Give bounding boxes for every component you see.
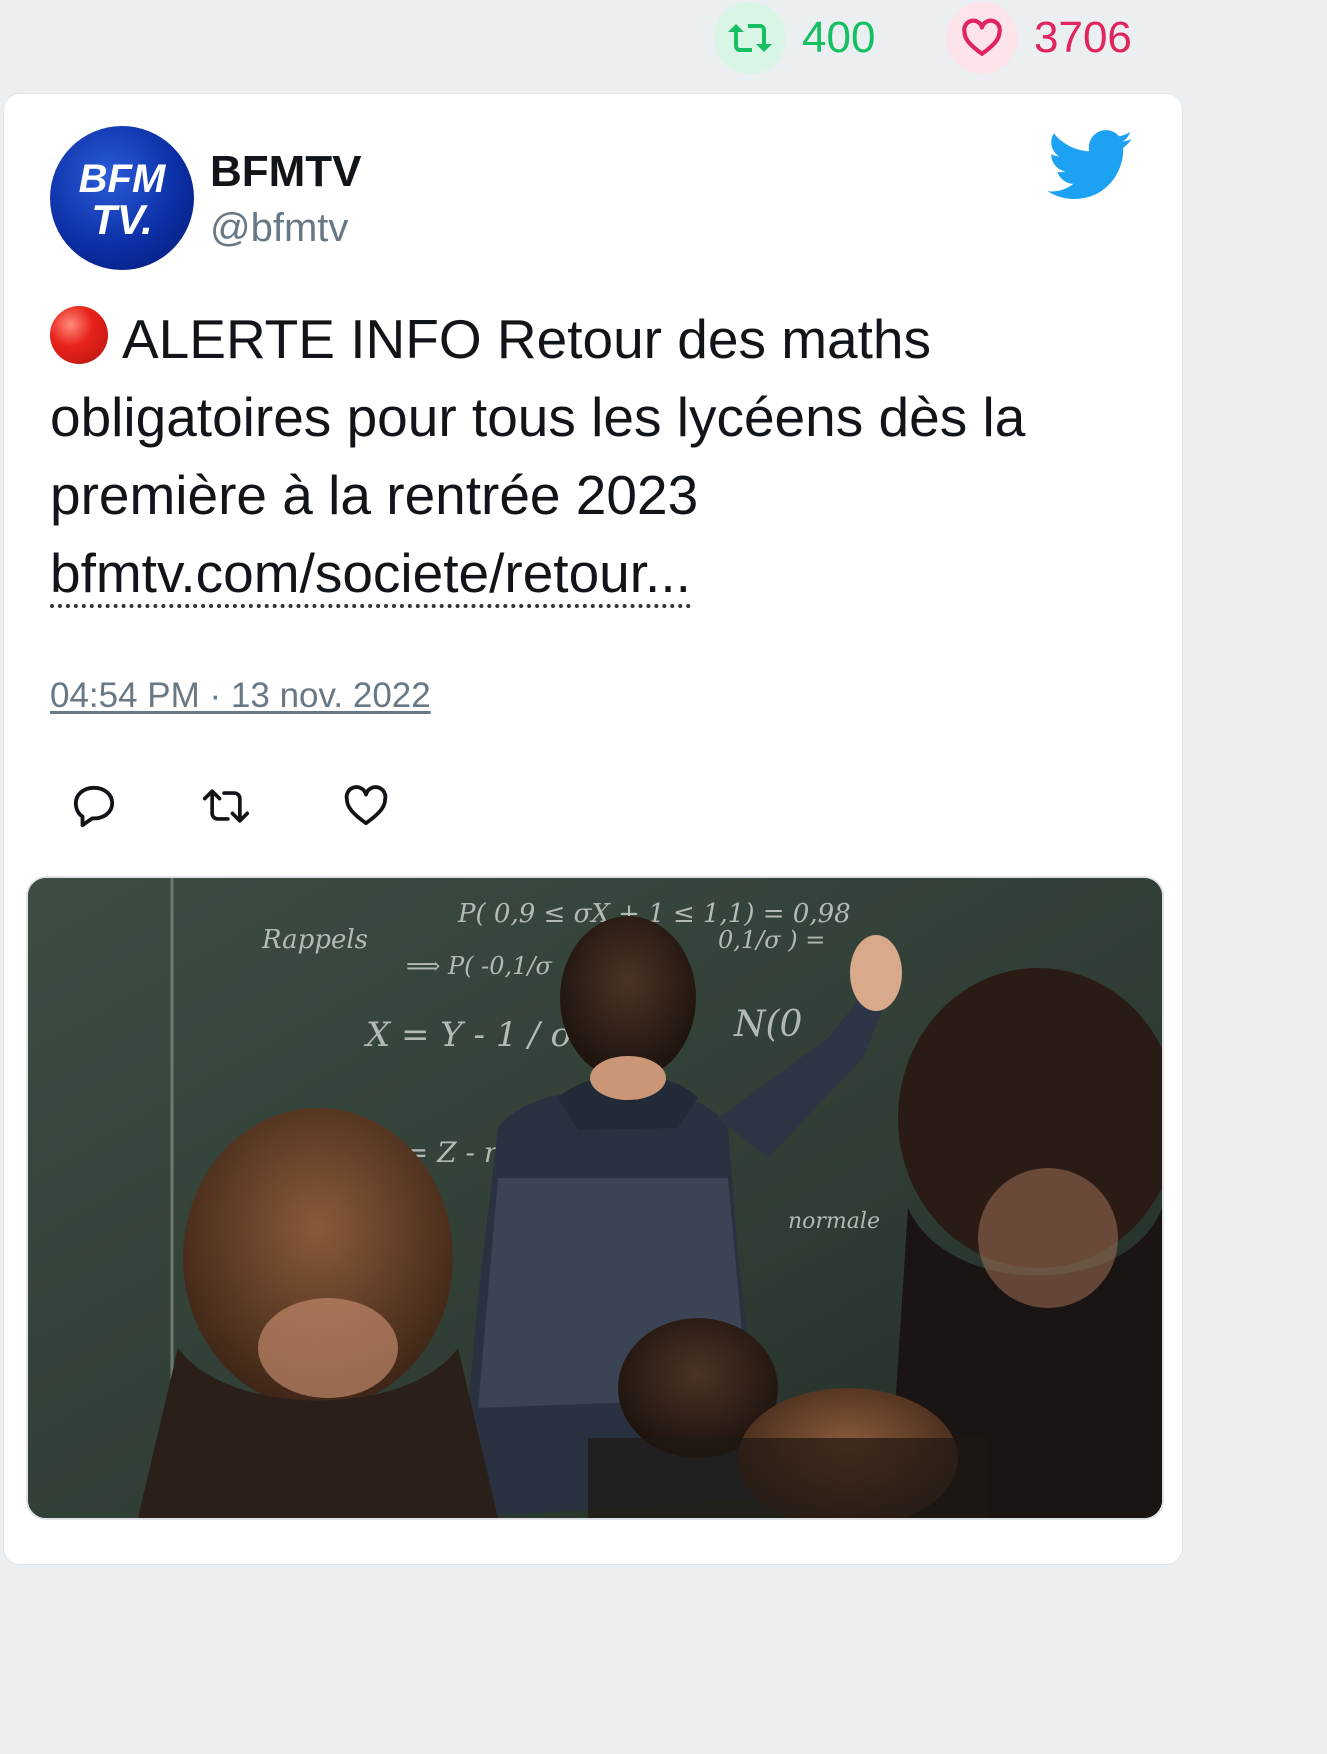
avatar[interactable]: BFM TV. bbox=[50, 126, 194, 270]
bfmtv-logo: BFM TV. bbox=[79, 157, 167, 243]
like-button[interactable] bbox=[342, 782, 390, 830]
tweet-media-photo[interactable]: P( 0,9 ≤ σX + 1 ≤ 1,1) = 0,98 Rappels ⟹ … bbox=[26, 876, 1164, 1520]
chalk-line-3: ⟹ P( -0,1/σ bbox=[406, 952, 553, 980]
retweet-button[interactable] bbox=[202, 782, 250, 830]
chalk-line-8: normale bbox=[788, 1209, 880, 1234]
retweet-icon bbox=[714, 2, 786, 74]
twitter-bird-icon[interactable] bbox=[1047, 130, 1134, 202]
avatar-line1: BFM bbox=[79, 157, 167, 201]
chalk-line-6: N(0 bbox=[733, 1004, 802, 1045]
tweet-actions bbox=[50, 782, 450, 830]
heart-icon bbox=[344, 785, 388, 826]
tweet-text: ALERTE INFO Retour des maths obligatoire… bbox=[50, 308, 1026, 526]
author-handle[interactable]: @bfmtv bbox=[210, 208, 348, 248]
chalk-line-5: X = Y - 1 / σ bbox=[363, 1015, 575, 1055]
retweet-icon bbox=[202, 789, 250, 823]
reply-icon bbox=[73, 785, 115, 828]
avatar-line2: TV. bbox=[91, 196, 152, 243]
author-display-name[interactable]: BFMTV bbox=[210, 150, 362, 194]
chalk-line-4: 0,1/σ ) = bbox=[718, 926, 825, 954]
classroom-photo: P( 0,9 ≤ σX + 1 ≤ 1,1) = 0,98 Rappels ⟹ … bbox=[28, 878, 1162, 1518]
tweet-stats-bar: 400 3706 bbox=[0, 0, 1186, 80]
like-stat[interactable]: 3706 bbox=[946, 2, 1132, 74]
tweet-card[interactable]: BFM TV. BFMTV @bfmtv ALERTE INFO Retour … bbox=[4, 94, 1182, 1564]
tweet-timestamp[interactable]: 04:54 PM · 13 nov. 2022 bbox=[50, 678, 431, 713]
tweet-link[interactable]: bfmtv.com/societe/retour... bbox=[50, 542, 691, 608]
chalk-line-2: Rappels bbox=[261, 925, 368, 955]
red-circle-emoji-icon bbox=[50, 306, 108, 364]
tweet-body: ALERTE INFO Retour des maths obligatoire… bbox=[50, 300, 1140, 612]
retweet-stat[interactable]: 400 bbox=[714, 2, 875, 74]
like-count: 3706 bbox=[1034, 13, 1132, 62]
heart-icon bbox=[946, 2, 1018, 74]
reply-button[interactable] bbox=[70, 782, 118, 830]
retweet-count: 400 bbox=[802, 13, 876, 62]
